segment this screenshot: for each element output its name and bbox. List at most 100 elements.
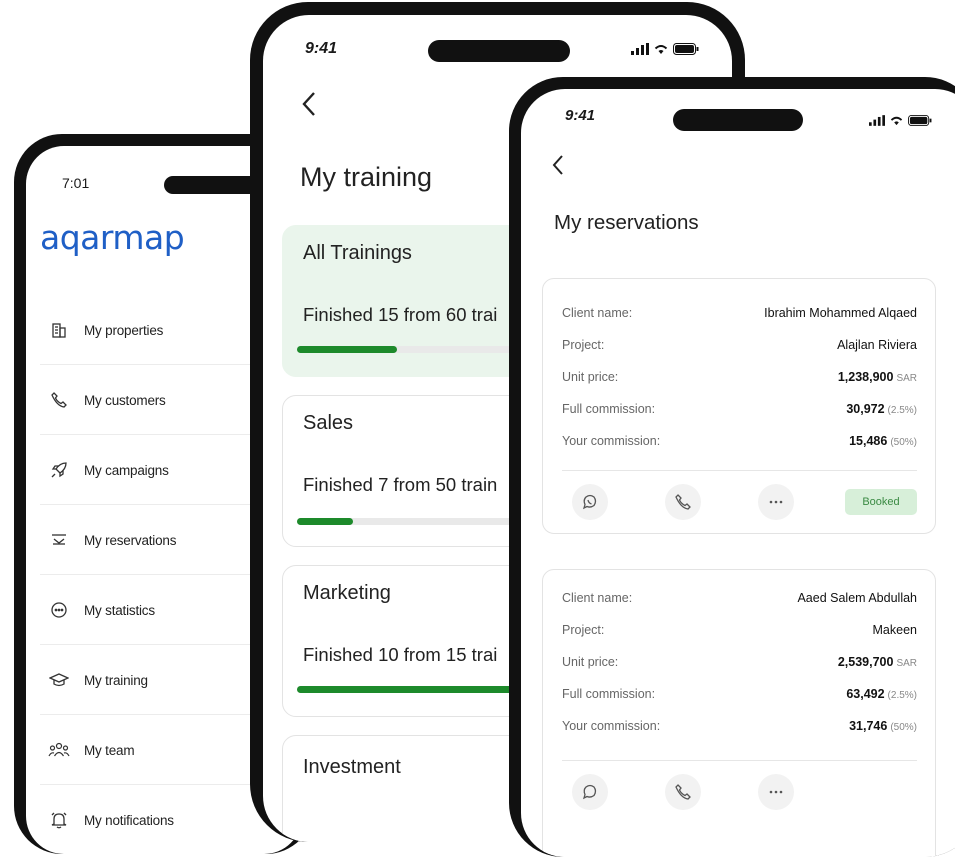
project-row: Project: Makeen [562, 620, 917, 640]
currency-unit: SAR [896, 373, 917, 384]
reservation-actions [562, 772, 917, 812]
your-commission-percent: (50%) [890, 722, 917, 733]
full-commission-value-group: 30,972 (2.5%) [846, 402, 917, 416]
project-value: Makeen [872, 623, 917, 637]
your-commission-percent: (50%) [890, 437, 917, 448]
battery-icon [908, 113, 932, 131]
project-value: Alajlan Riviera [837, 338, 917, 352]
project-label: Project: [562, 338, 605, 352]
unit-price-label: Unit price: [562, 370, 619, 384]
unit-price-row: Unit price: 1,238,900 SAR [562, 367, 917, 387]
full-commission-value: 30,972 [846, 402, 885, 416]
reservation-card[interactable]: Client name: Ibrahim Mohammed Alqaed Pro… [542, 278, 936, 534]
signal-icon [869, 113, 885, 131]
full-commission-label: Full commission: [562, 687, 656, 701]
whatsapp-button[interactable] [572, 774, 608, 810]
client-name-row: Client name: Ibrahim Mohammed Alqaed [562, 303, 917, 323]
training-card-progress-text: Finished 15 from 60 trai [303, 304, 498, 325]
full-commission-value: 63,492 [846, 687, 885, 701]
your-commission-row: Your commission: 31,746 (50%) [562, 716, 917, 736]
full-commission-percent: (2.5%) [887, 690, 917, 701]
phone-reservations: 9:41 My reservations Client name: Ibrahi… [509, 77, 955, 857]
call-button[interactable] [665, 484, 701, 520]
your-commission-value: 15,486 [849, 434, 888, 448]
menu-item-label: My reservations [84, 532, 177, 548]
phone-icon [44, 391, 74, 409]
menu-item-label: My team [84, 742, 135, 758]
wifi-icon [889, 113, 904, 131]
graduation-cap-icon [44, 671, 74, 689]
progress-fill [297, 346, 397, 353]
status-time: 9:41 [565, 107, 596, 124]
full-commission-percent: (2.5%) [887, 405, 917, 416]
back-button[interactable] [551, 154, 565, 183]
rocket-icon [44, 461, 74, 479]
full-commission-row: Full commission: 63,492 (2.5%) [562, 684, 917, 704]
more-button[interactable] [758, 774, 794, 810]
training-card-progress-text: Finished 7 from 50 train [303, 474, 498, 495]
menu-item-label: My notifications [84, 812, 174, 828]
project-row: Project: Alajlan Riviera [562, 335, 917, 355]
menu-item-label: My properties [84, 322, 164, 338]
phone-icon [675, 494, 691, 510]
status-time: 9:41 [305, 40, 338, 57]
full-commission-label: Full commission: [562, 402, 656, 416]
unit-price-value: 2,539,700 [837, 655, 894, 669]
aqarmap-logo: aqarmap [40, 218, 185, 257]
menu-item-label: My campaigns [84, 462, 169, 478]
call-button[interactable] [665, 774, 701, 810]
progress-fill [297, 518, 353, 525]
unit-price-label: Unit price: [562, 655, 619, 669]
more-button[interactable] [758, 484, 794, 520]
divider [562, 760, 917, 761]
page-title: My training [300, 162, 433, 192]
team-icon [44, 741, 74, 759]
your-commission-label: Your commission: [562, 434, 661, 448]
your-commission-value-group: 31,746 (50%) [849, 719, 917, 733]
menu-item-label: My training [84, 672, 148, 688]
signal-icon [631, 42, 649, 60]
menu-item-label: My customers [84, 392, 166, 408]
phone-icon [675, 784, 691, 800]
status-icons [869, 113, 932, 131]
bell-icon [44, 811, 74, 829]
currency-unit: SAR [896, 658, 917, 669]
client-name-row: Client name: Aaed Salem Abdullah [562, 588, 917, 608]
training-card-progress-text: Finished 10 from 15 trai [303, 644, 498, 665]
training-card-title: Marketing [303, 582, 391, 604]
your-commission-value: 31,746 [849, 719, 888, 733]
client-name-value: Ibrahim Mohammed Alqaed [764, 306, 917, 320]
training-card-title: Investment [303, 756, 401, 778]
status-badge: Booked [845, 489, 917, 515]
page-title: My reservations [554, 211, 699, 234]
training-card-title: Sales [303, 412, 354, 434]
back-button[interactable] [301, 91, 317, 124]
unit-price-value: 1,238,900 [837, 370, 894, 384]
building-icon [44, 321, 74, 339]
your-commission-row: Your commission: 15,486 (50%) [562, 431, 917, 451]
your-commission-value-group: 15,486 (50%) [849, 434, 917, 448]
unit-price-row: Unit price: 2,539,700 SAR [562, 652, 917, 672]
wifi-icon [653, 42, 669, 60]
client-name-label: Client name: [562, 306, 633, 320]
more-icon [769, 790, 783, 794]
reservation-card[interactable]: Client name: Aaed Salem Abdullah Project… [542, 569, 936, 857]
unit-price-value-group: 2,539,700 SAR [838, 655, 917, 669]
your-commission-label: Your commission: [562, 719, 661, 733]
status-icons [631, 42, 699, 60]
more-icon [769, 500, 783, 504]
dynamic-island [673, 109, 803, 131]
reservation-actions: Booked [562, 482, 917, 522]
whatsapp-icon [582, 784, 597, 800]
status-time: 7:01 [62, 175, 90, 191]
reservations-icon [44, 531, 74, 549]
chevron-left-icon [552, 155, 563, 175]
client-name-value: Aaed Salem Abdullah [797, 591, 917, 605]
whatsapp-button[interactable] [572, 484, 608, 520]
battery-icon [673, 42, 699, 60]
project-label: Project: [562, 623, 605, 637]
chat-icon [44, 601, 74, 619]
client-name-label: Client name: [562, 591, 633, 605]
menu-item-label: My statistics [84, 602, 155, 618]
unit-price-value-group: 1,238,900 SAR [838, 370, 917, 384]
